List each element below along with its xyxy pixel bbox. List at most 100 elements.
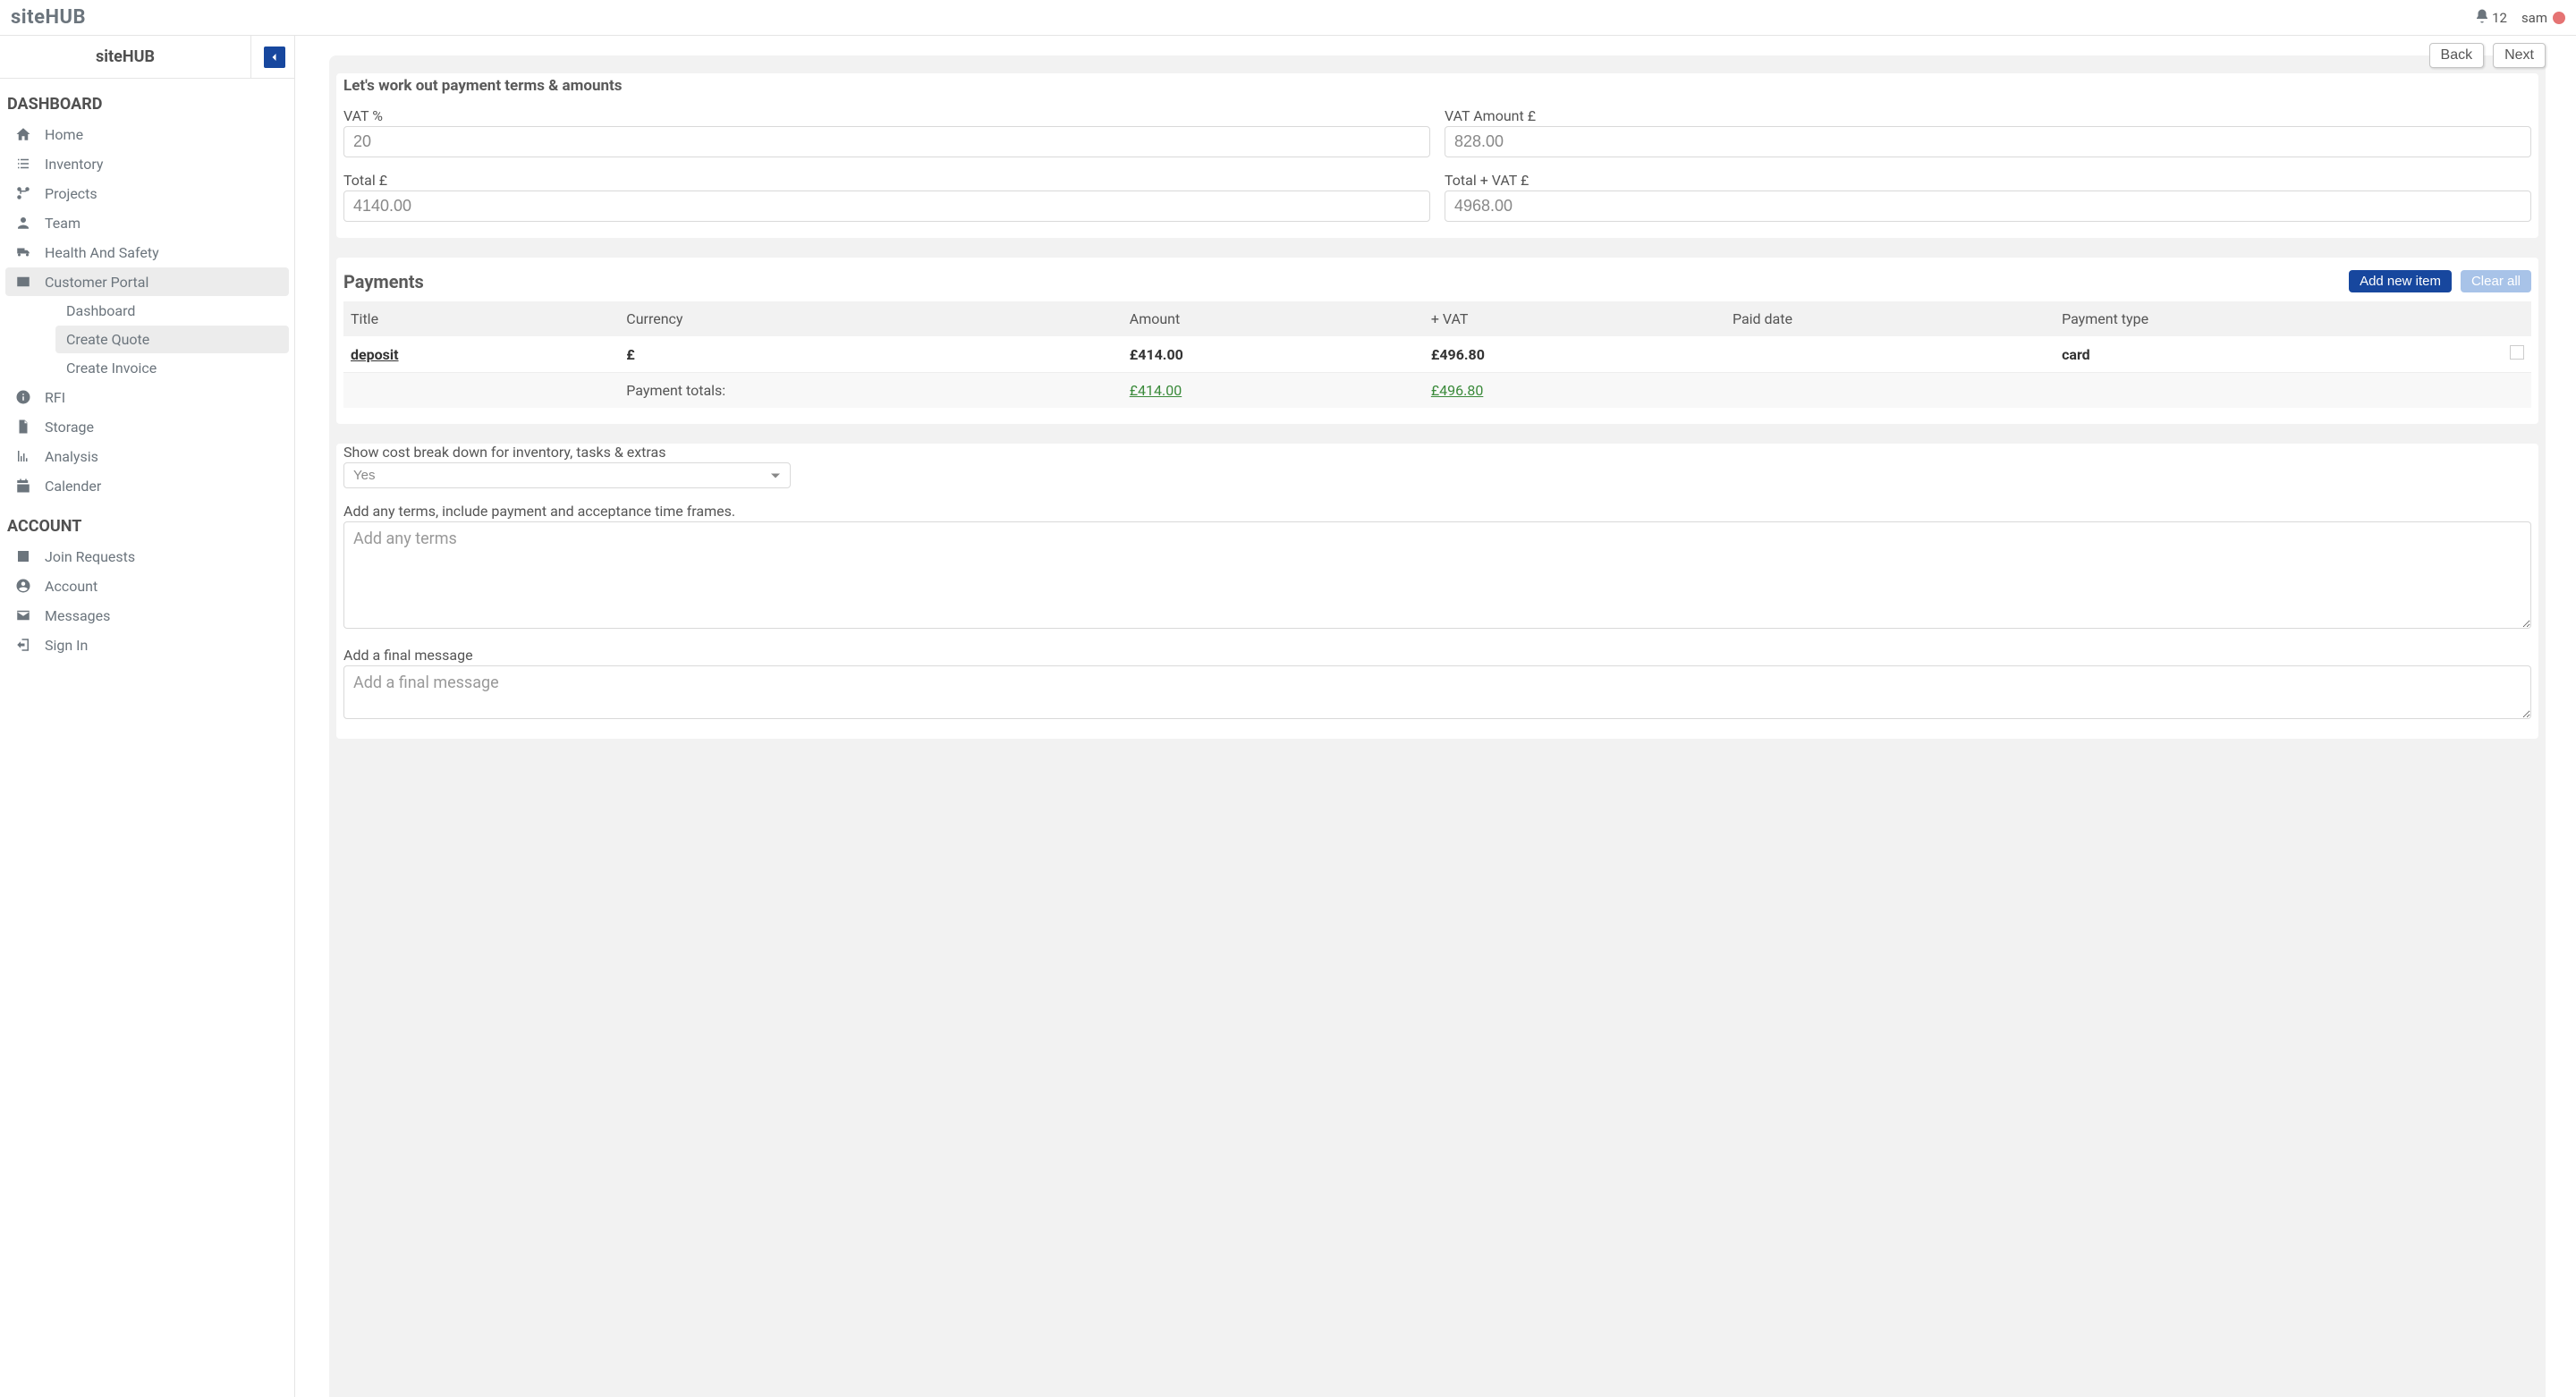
home-icon bbox=[14, 125, 32, 143]
total-vat-label: Total + VAT £ bbox=[1445, 172, 2531, 189]
sidebar-item-home[interactable]: Home bbox=[5, 120, 289, 148]
sidebar-header: siteHUB bbox=[0, 36, 294, 79]
sidebar-item-label: Account bbox=[45, 578, 97, 595]
info-icon bbox=[14, 388, 32, 406]
sidebar-section-dashboard: DASHBOARD bbox=[0, 79, 294, 119]
file-icon bbox=[14, 418, 32, 436]
brand-logo: siteHUB bbox=[11, 6, 86, 29]
sidebar-item-label: Storage bbox=[45, 419, 94, 436]
sidebar-item-rfi[interactable]: RFI bbox=[5, 383, 289, 411]
payment-paid-date bbox=[1725, 336, 2055, 373]
payments-heading: Payments bbox=[343, 271, 424, 292]
user-name: sam bbox=[2521, 10, 2547, 26]
sidebar-item-label: Dashboard bbox=[66, 302, 135, 319]
col-payment-type: Payment type bbox=[2055, 301, 2503, 336]
col-plus-vat: + VAT bbox=[1424, 301, 1725, 336]
sidebar-item-storage[interactable]: Storage bbox=[5, 412, 289, 441]
total-label: Total £ bbox=[343, 172, 1430, 189]
sidebar: siteHUB DASHBOARD Home Inventory Project… bbox=[0, 36, 295, 1397]
final-message-label: Add a final message bbox=[343, 647, 2531, 664]
breakdown-select[interactable]: Yes bbox=[343, 462, 791, 488]
row-checkbox[interactable] bbox=[2510, 345, 2524, 360]
total-vat-input[interactable] bbox=[1445, 190, 2531, 222]
breakdown-label: Show cost break down for inventory, task… bbox=[343, 444, 2531, 461]
sidebar-sub-dashboard[interactable]: Dashboard bbox=[55, 297, 289, 325]
chart-icon bbox=[14, 447, 32, 465]
truck-icon bbox=[14, 243, 32, 261]
sidebar-item-join-requests[interactable]: Join Requests bbox=[5, 542, 289, 571]
payment-totals-plus-vat: £496.80 bbox=[1424, 373, 1725, 409]
payment-totals-label: Payment totals: bbox=[619, 373, 1122, 409]
sidebar-collapse-button[interactable] bbox=[264, 47, 285, 68]
sidebar-item-label: Create Quote bbox=[66, 331, 149, 348]
sidebar-item-team[interactable]: Team bbox=[5, 208, 289, 237]
sidebar-item-label: Analysis bbox=[45, 448, 98, 465]
id-card-icon bbox=[14, 273, 32, 291]
sidebar-item-health-safety[interactable]: Health And Safety bbox=[5, 238, 289, 267]
sidebar-item-label: Team bbox=[45, 215, 80, 232]
payment-totals-amount: £414.00 bbox=[1123, 373, 1424, 409]
sidebar-item-label: Sign In bbox=[45, 637, 88, 654]
wizard-card: Let's work out payment terms & amounts V… bbox=[329, 55, 2546, 1397]
table-row[interactable]: deposit £ £414.00 £496.80 card bbox=[343, 336, 2531, 373]
col-currency: Currency bbox=[619, 301, 1122, 336]
branch-icon bbox=[14, 184, 32, 202]
back-button[interactable]: Back bbox=[2429, 43, 2485, 68]
sidebar-section-account: ACCOUNT bbox=[0, 501, 294, 541]
notifications-button[interactable]: 12 bbox=[2474, 8, 2507, 28]
terms-label: Add any terms, include payment and accep… bbox=[343, 503, 2531, 520]
sidebar-item-label: Projects bbox=[45, 185, 97, 202]
panel-payment-terms: Let's work out payment terms & amounts V… bbox=[336, 73, 2538, 238]
envelope-icon bbox=[14, 606, 32, 624]
users-icon bbox=[14, 214, 32, 232]
sidebar-item-label: Inventory bbox=[45, 156, 104, 173]
terms-textarea[interactable] bbox=[343, 521, 2531, 629]
sidebar-item-analysis[interactable]: Analysis bbox=[5, 442, 289, 470]
sidebar-item-label: Messages bbox=[45, 607, 110, 624]
sidebar-item-label: Health And Safety bbox=[45, 244, 159, 261]
sidebar-item-messages[interactable]: Messages bbox=[5, 601, 289, 630]
calendar-icon bbox=[14, 477, 32, 495]
user-menu[interactable]: sam bbox=[2521, 10, 2565, 26]
payments-table: Title Currency Amount + VAT Paid date Pa… bbox=[343, 301, 2531, 408]
payment-amount: £414.00 bbox=[1123, 336, 1424, 373]
panel-heading: Let's work out payment terms & amounts bbox=[343, 73, 2531, 102]
sidebar-item-sign-in[interactable]: Sign In bbox=[5, 631, 289, 659]
sidebar-item-calendar[interactable]: Calender bbox=[5, 471, 289, 500]
sidebar-item-label: Calender bbox=[45, 478, 101, 495]
add-payment-button[interactable]: Add new item bbox=[2349, 270, 2452, 292]
next-button[interactable]: Next bbox=[2493, 43, 2546, 68]
sidebar-item-label: Home bbox=[45, 126, 83, 143]
main-content: Back Next Let's work out payment terms &… bbox=[295, 36, 2576, 1397]
panel-terms: Show cost break down for inventory, task… bbox=[336, 444, 2538, 739]
sidebar-item-projects[interactable]: Projects bbox=[5, 179, 289, 207]
panel-payments: Payments Add new item Clear all Title Cu… bbox=[336, 258, 2538, 424]
sidebar-sub-create-invoice[interactable]: Create Invoice bbox=[55, 354, 289, 382]
final-message-textarea[interactable] bbox=[343, 665, 2531, 719]
sidebar-sub-create-quote[interactable]: Create Quote bbox=[55, 326, 289, 353]
col-title: Title bbox=[343, 301, 619, 336]
sidebar-item-account[interactable]: Account bbox=[5, 572, 289, 600]
col-amount: Amount bbox=[1123, 301, 1424, 336]
list-icon bbox=[14, 155, 32, 173]
payment-type: card bbox=[2055, 336, 2503, 373]
wizard-nav: Back Next bbox=[2429, 43, 2546, 68]
vat-pct-label: VAT % bbox=[343, 107, 1430, 124]
sign-in-icon bbox=[14, 636, 32, 654]
total-input[interactable] bbox=[343, 190, 1430, 222]
sidebar-item-label: Customer Portal bbox=[45, 274, 148, 291]
sidebar-item-label: RFI bbox=[45, 389, 65, 406]
clear-payments-button[interactable]: Clear all bbox=[2461, 270, 2531, 292]
chevron-left-icon bbox=[269, 52, 280, 63]
payment-title-link[interactable]: deposit bbox=[351, 346, 399, 363]
vat-amount-input[interactable] bbox=[1445, 126, 2531, 157]
sidebar-item-label: Join Requests bbox=[45, 548, 135, 565]
col-paid-date: Paid date bbox=[1725, 301, 2055, 336]
sidebar-sub-customer-portal: Dashboard Create Quote Create Invoice bbox=[0, 297, 294, 382]
vat-amount-label: VAT Amount £ bbox=[1445, 107, 2531, 124]
plus-square-icon bbox=[14, 547, 32, 565]
bell-icon bbox=[2474, 8, 2490, 28]
vat-pct-input[interactable] bbox=[343, 126, 1430, 157]
sidebar-item-inventory[interactable]: Inventory bbox=[5, 149, 289, 178]
sidebar-item-customer-portal[interactable]: Customer Portal bbox=[5, 267, 289, 296]
